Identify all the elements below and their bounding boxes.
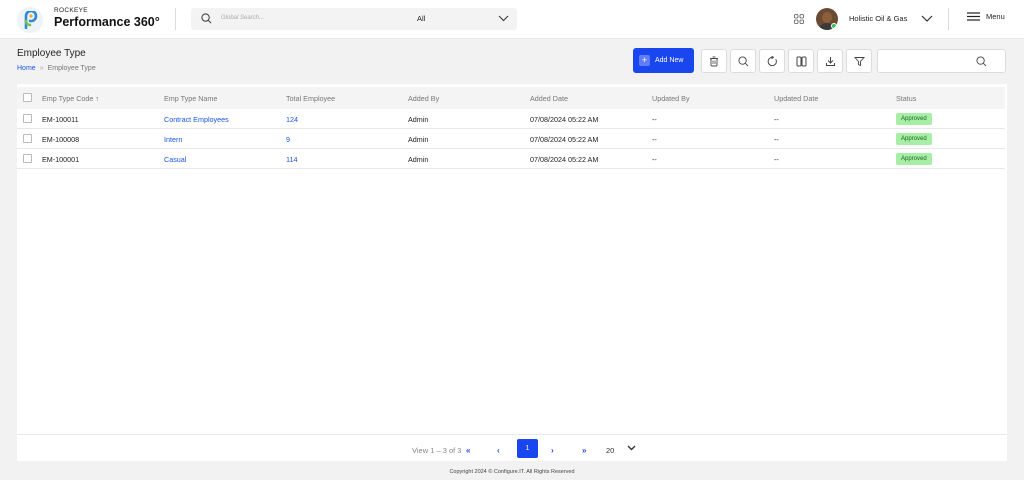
total-employee-link[interactable]: 124: [286, 115, 298, 124]
top-bar: ROCKEYE Performance 360° Global Search..…: [0, 0, 1024, 39]
emp-type-name-link[interactable]: Intern: [164, 135, 182, 144]
first-page-button[interactable]: «: [466, 446, 470, 455]
status-badge: Approved: [896, 133, 932, 145]
filter-button[interactable]: [846, 49, 872, 73]
sort-arrow-icon[interactable]: ↑: [95, 96, 99, 103]
avatar-face: [822, 12, 832, 23]
apps-grid-icon[interactable]: [794, 14, 804, 24]
total-employee-link[interactable]: 9: [286, 135, 290, 144]
added-by: Admin: [408, 155, 429, 164]
search-icon: [737, 55, 748, 66]
select-all-checkbox[interactable]: [23, 93, 32, 102]
column-header[interactable]: Emp Type Code ↑: [42, 94, 99, 103]
status-badge: Approved: [896, 153, 932, 165]
add-new-button[interactable]: + Add New: [633, 48, 694, 73]
emp-type-code: EM-100001: [42, 155, 80, 164]
refresh-icon: [767, 55, 777, 66]
refresh-button[interactable]: [759, 49, 785, 73]
columns-button[interactable]: [788, 49, 814, 73]
trash-icon: [710, 56, 718, 66]
emp-type-code: EM-100008: [42, 135, 80, 144]
breadcrumb: Home» Employee Type: [17, 65, 96, 72]
table-row[interactable]: EM-100001 Casual 114 Admin 07/08/2024 05…: [17, 149, 1005, 169]
brand-product: Performance 360°: [54, 15, 160, 29]
table-search-input[interactable]: [877, 49, 1006, 73]
logo-mark-icon: [24, 11, 38, 29]
total-employee-link[interactable]: 114: [286, 155, 297, 164]
row-checkbox[interactable]: [23, 134, 32, 143]
last-page-button[interactable]: »: [582, 446, 586, 455]
column-header[interactable]: Status: [896, 94, 916, 103]
table-header: Emp Type Code ↑ Emp Type Name Total Emplo…: [17, 87, 1005, 109]
pagination-summary: View 1 – 3 of 3: [412, 446, 462, 455]
delete-button[interactable]: [701, 49, 727, 73]
column-header[interactable]: Added Date: [530, 94, 568, 103]
emp-type-name-link[interactable]: Casual: [164, 155, 186, 164]
columns-icon: [796, 56, 806, 66]
added-date: 07/08/2024 05:22 AM: [530, 115, 599, 124]
search-button[interactable]: [730, 49, 756, 73]
updated-date: --: [774, 155, 779, 164]
updated-by: --: [652, 115, 657, 124]
next-page-button[interactable]: ›: [551, 446, 554, 455]
updated-by: --: [652, 155, 657, 164]
added-date: 07/08/2024 05:22 AM: [530, 135, 599, 144]
breadcrumb-home[interactable]: Home: [17, 65, 36, 72]
column-header[interactable]: Total Employee: [286, 94, 335, 103]
export-button[interactable]: [817, 49, 843, 73]
menu-label: Menu: [986, 12, 1005, 21]
page-size-select[interactable]: 20: [606, 446, 614, 455]
user-avatar[interactable]: [816, 8, 838, 30]
page-title: Employee Type: [17, 48, 86, 59]
row-checkbox[interactable]: [23, 114, 32, 123]
row-checkbox[interactable]: [23, 154, 32, 163]
chevron-down-icon[interactable]: [498, 14, 509, 23]
search-scope-select[interactable]: All: [417, 14, 425, 23]
emp-type-name-link[interactable]: Contract Employees: [164, 115, 229, 124]
added-date: 07/08/2024 05:22 AM: [530, 155, 599, 164]
export-icon: [825, 56, 835, 66]
table-row[interactable]: EM-100011 Contract Employees 124 Admin 0…: [17, 109, 1005, 129]
search-icon: [976, 56, 987, 67]
online-status-dot: [831, 23, 837, 29]
add-new-label: Add New: [655, 57, 684, 64]
search-input[interactable]: Global Search...: [221, 15, 264, 21]
footer-copyright: Copyright 2024 © Configure.IT. All Right…: [449, 469, 575, 475]
prev-page-button[interactable]: ‹: [497, 446, 500, 455]
breadcrumb-current: Employee Type: [47, 65, 96, 72]
column-header[interactable]: Updated By: [652, 94, 690, 103]
column-header[interactable]: Updated Date: [774, 94, 818, 103]
global-search[interactable]: Global Search... All: [191, 8, 517, 30]
menu-button[interactable]: Menu: [967, 12, 1005, 21]
updated-by: --: [652, 135, 657, 144]
updated-date: --: [774, 135, 779, 144]
pager-divider: [17, 434, 1007, 435]
search-icon: [201, 13, 212, 24]
chevron-down-icon[interactable]: [627, 444, 636, 452]
brand-company: ROCKEYE: [54, 7, 88, 14]
plus-icon: +: [639, 55, 650, 66]
status-badge: Approved: [896, 113, 932, 125]
updated-date: --: [774, 115, 779, 124]
app-logo[interactable]: [17, 7, 43, 33]
header-divider: [948, 8, 949, 30]
chevron-down-icon[interactable]: [921, 14, 933, 23]
menu-icon: [967, 12, 980, 21]
added-by: Admin: [408, 115, 429, 124]
company-selector[interactable]: Holistic Oil & Gas: [849, 14, 907, 23]
added-by: Admin: [408, 135, 429, 144]
column-header[interactable]: Emp Type Name: [164, 94, 217, 103]
current-page-button[interactable]: 1: [517, 439, 538, 458]
header-divider: [175, 8, 176, 30]
filter-icon: [853, 56, 865, 66]
emp-type-code: EM-100011: [42, 115, 79, 124]
table-panel: Emp Type Code ↑ Emp Type Name Total Emplo…: [17, 84, 1007, 461]
table-row[interactable]: EM-100008 Intern 9 Admin 07/08/2024 05:2…: [17, 129, 1005, 149]
breadcrumb-separator: »: [39, 65, 44, 72]
column-header[interactable]: Added By: [408, 94, 439, 103]
